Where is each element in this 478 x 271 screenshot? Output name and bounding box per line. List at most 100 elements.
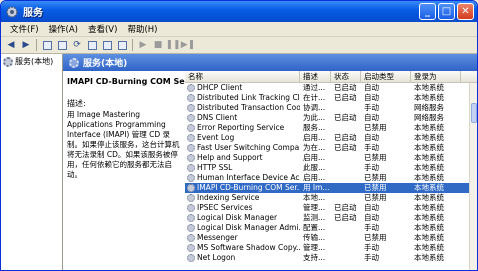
menu-view[interactable]: 查看(V) bbox=[83, 23, 122, 35]
service-logon-cell: 本地系统 bbox=[414, 143, 444, 152]
refresh-button[interactable]: ⟳ bbox=[70, 39, 84, 52]
service-name: Messenger bbox=[197, 233, 238, 242]
close-icon: ✕ bbox=[461, 5, 470, 17]
service-gear-icon bbox=[187, 204, 195, 212]
service-description-cell: 管理... bbox=[303, 203, 326, 212]
table-row[interactable]: Error Reporting Service 服务... 已禁用 本地系统 bbox=[185, 123, 469, 133]
show-hide-tree-button[interactable] bbox=[40, 39, 54, 52]
content-pane: 服务(本地) IMAPI CD-Burning COM Service 描述: … bbox=[63, 54, 477, 270]
service-description-cell: 服务... bbox=[303, 123, 326, 132]
service-name-cell: IMAPI CD-Burning COM Ser... bbox=[185, 183, 300, 193]
close-button[interactable]: ✕ bbox=[457, 3, 474, 20]
service-startup-cell: 已禁用 bbox=[364, 153, 387, 162]
service-gear-icon bbox=[187, 104, 195, 112]
column-startup-type[interactable]: 启动类型 bbox=[361, 71, 411, 82]
table-row[interactable]: DHCP Client 通过... 已启动 自动 本地系统 bbox=[185, 83, 469, 93]
table-row[interactable]: Help and Support 启用... 已禁用 本地系统 bbox=[185, 153, 469, 163]
window-title: 服务 bbox=[23, 8, 43, 19]
tree-item-services-local[interactable]: 服务(本地) bbox=[1, 54, 62, 67]
play-icon: ▶ bbox=[139, 40, 147, 50]
service-name: Distributed Link Tracking Cli... bbox=[197, 93, 300, 102]
service-gear-icon bbox=[187, 214, 195, 222]
service-logon-cell: 本地系统 bbox=[414, 233, 444, 242]
service-name: Human Interface Device Ac... bbox=[197, 173, 300, 182]
pause-icon: ❚❚ bbox=[165, 40, 181, 50]
table-row[interactable]: Fast User Switching Compa... 为在... 已启动 手动 本地… bbox=[185, 143, 469, 153]
service-gear-icon bbox=[187, 134, 195, 142]
column-name[interactable]: 名称 bbox=[185, 71, 300, 82]
column-log-on-as[interactable]: 登录为 bbox=[411, 71, 461, 82]
services-list: 名称 描述 状态 启动类型 登录为 DHCP Client 通过... 已启动 自动本… bbox=[185, 71, 477, 270]
service-name-cell: DHCP Client bbox=[185, 83, 300, 93]
table-row[interactable]: Logical Disk Manager Admi... 配置... 手动 本地系统 bbox=[185, 223, 469, 233]
service-name-cell: Distributed Link Tracking Cli... bbox=[185, 93, 300, 103]
service-startup-cell: 已禁用 bbox=[364, 233, 387, 242]
service-name-cell: IPSEC Services bbox=[185, 203, 300, 213]
table-row[interactable]: Distributed Link Tracking Cli... 在计... 已启动… bbox=[185, 93, 469, 103]
table-row[interactable]: DNS Client 为此... 已启动 自动 网络服务 bbox=[185, 113, 469, 123]
service-description-cell: 为此... bbox=[303, 113, 326, 122]
service-description-cell: 传输... bbox=[303, 233, 326, 242]
service-status-cell: 已启动 bbox=[334, 213, 357, 222]
table-row[interactable]: Logical Disk Manager 监测... 已启动 自动 本地系统 bbox=[185, 213, 469, 223]
table-row[interactable]: Event Log 启用... 已启动 自动 本地系统 bbox=[185, 133, 469, 143]
content-header-title: 服务(本地) bbox=[83, 59, 128, 69]
table-row[interactable]: Indexing Service 本地... 已禁用 本地系统 bbox=[185, 193, 469, 203]
services-window: 服务 _ □ ✕ 文件(F) 操作(A) 查看(V) 帮助(H) ◀ ▶ ⟳ ▶… bbox=[0, 0, 478, 271]
refresh-icon: ⟳ bbox=[73, 40, 81, 50]
console-tree-icon bbox=[42, 40, 52, 50]
view-button[interactable] bbox=[115, 39, 129, 52]
pause-service-button[interactable]: ❚❚ bbox=[165, 39, 181, 52]
service-name-cell: HTTP SSL bbox=[185, 163, 300, 173]
service-name: Distributed Transaction Coo... bbox=[197, 103, 300, 112]
forward-button[interactable]: ▶ bbox=[19, 39, 33, 52]
table-row[interactable]: Distributed Transaction Coo... 协调... 手动 网络服… bbox=[185, 103, 469, 113]
service-gear-icon bbox=[187, 154, 195, 162]
service-rows: DHCP Client 通过... 已启动 自动 本地系统 Distributed Lin… bbox=[185, 83, 469, 263]
minimize-button[interactable]: _ bbox=[419, 3, 436, 20]
help-icon bbox=[102, 40, 112, 50]
service-name: Help and Support bbox=[197, 153, 263, 162]
service-gear-icon bbox=[187, 84, 195, 92]
description-pane: IMAPI CD-Burning COM Service 描述: 用 Image… bbox=[63, 71, 207, 270]
restart-service-button[interactable]: ▶❚ bbox=[181, 39, 195, 52]
table-row[interactable]: Net Logon 支持... 手动 本地系统 bbox=[185, 253, 469, 263]
service-name: MS Software Shadow Copy... bbox=[197, 243, 300, 252]
table-row[interactable]: Human Interface Device Ac... 启用... 已禁用 本地系统 bbox=[185, 173, 469, 183]
help-button[interactable] bbox=[100, 39, 114, 52]
export-list-button[interactable] bbox=[85, 39, 99, 52]
table-row[interactable]: MS Software Shadow Copy... 管理... 手动 本地系统 bbox=[185, 243, 469, 253]
service-startup-cell: 手动 bbox=[364, 163, 379, 172]
service-logon-cell: 本地系统 bbox=[414, 93, 444, 102]
service-status-cell: 已启动 bbox=[334, 93, 357, 102]
service-startup-cell: 手动 bbox=[364, 103, 379, 112]
table-row[interactable]: HTTP SSL 此服... 手动 本地系统 bbox=[185, 163, 469, 173]
forward-arrow-icon: ▶ bbox=[22, 40, 30, 50]
service-gear-icon bbox=[187, 174, 195, 182]
menu-help[interactable]: 帮助(H) bbox=[122, 23, 162, 35]
scroll-thumb[interactable] bbox=[471, 103, 477, 123]
table-row[interactable]: IPSEC Services 管理... 已启动 自动 本地系统 bbox=[185, 203, 469, 213]
menu-action[interactable]: 操作(A) bbox=[44, 23, 83, 35]
column-status[interactable]: 状态 bbox=[331, 71, 361, 82]
service-logon-cell: 本地系统 bbox=[414, 123, 444, 132]
service-startup-cell: 手动 bbox=[364, 223, 379, 232]
service-name: DNS Client bbox=[197, 113, 238, 122]
menu-file[interactable]: 文件(F) bbox=[5, 23, 44, 35]
service-logon-cell: 本地系统 bbox=[414, 253, 444, 262]
service-logon-cell: 本地系统 bbox=[414, 183, 444, 192]
table-row[interactable]: Messenger 传输... 已禁用 本地系统 bbox=[185, 233, 469, 243]
maximize-button[interactable]: □ bbox=[438, 3, 455, 20]
stop-service-button[interactable]: ■ bbox=[151, 39, 165, 52]
title-bar[interactable]: 服务 _ □ ✕ bbox=[1, 1, 477, 22]
service-name: Logical Disk Manager bbox=[197, 213, 278, 222]
column-description[interactable]: 描述 bbox=[300, 71, 331, 82]
properties-button[interactable] bbox=[55, 39, 69, 52]
service-description-cell: 启用... bbox=[303, 173, 326, 182]
service-description: 用 Image Mastering Applications Programmi… bbox=[67, 110, 180, 179]
vertical-scrollbar[interactable] bbox=[469, 83, 477, 270]
table-row[interactable]: IMAPI CD-Burning COM Ser... 用 Im... 已禁用 本地系… bbox=[185, 183, 469, 193]
back-button[interactable]: ◀ bbox=[4, 39, 18, 52]
start-service-button[interactable]: ▶ bbox=[136, 39, 150, 52]
service-gear-icon bbox=[187, 124, 195, 132]
